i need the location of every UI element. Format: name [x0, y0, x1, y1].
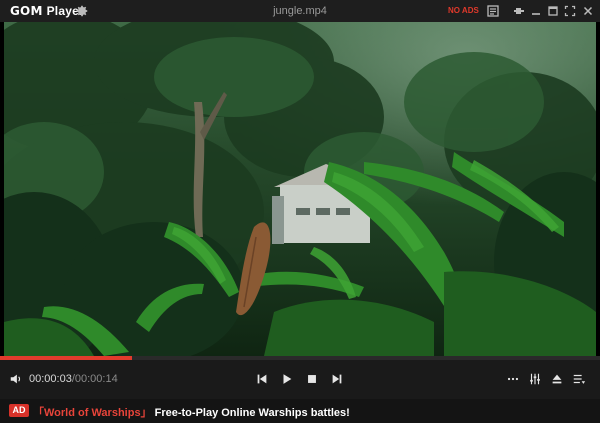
playlist-icon[interactable]: [485, 3, 501, 19]
total-time: 00:00:14: [74, 373, 118, 385]
no-ads-button[interactable]: NO ADS: [448, 6, 479, 15]
next-icon[interactable]: [330, 372, 344, 386]
ad-badge: AD: [9, 404, 29, 417]
previous-icon[interactable]: [255, 372, 269, 386]
equalizer-icon[interactable]: [528, 372, 542, 386]
gom-player-logo[interactable]: GOM Player: [10, 4, 84, 18]
gear-icon[interactable]: [75, 4, 89, 18]
time-display: 00:00:03/00:00:14: [29, 373, 118, 385]
more-icon[interactable]: [506, 372, 520, 386]
menu-list-icon[interactable]: [572, 372, 586, 386]
current-time: 00:00:03: [29, 373, 72, 385]
eject-icon[interactable]: [550, 372, 564, 386]
video-display[interactable]: [4, 22, 596, 356]
ad-banner[interactable]: AD 「World of Warships」 Free-to-Play Onli…: [0, 399, 600, 423]
maximize-icon[interactable]: [545, 3, 561, 19]
video-frame: [4, 22, 596, 356]
pin-icon[interactable]: [511, 3, 527, 19]
play-icon[interactable]: [280, 372, 294, 386]
window-title: jungle.mp4: [273, 5, 327, 17]
minimize-icon[interactable]: [528, 3, 544, 19]
stop-icon[interactable]: [305, 372, 319, 386]
ad-bracket-open: 「: [33, 407, 44, 419]
ad-game-name: World of Warships: [44, 407, 141, 419]
ad-text[interactable]: 「World of Warships」 Free-to-Play Online …: [33, 404, 350, 420]
logo-gom-text: GOM: [10, 4, 43, 18]
ad-bracket-close: 」: [140, 407, 152, 419]
control-bar: 00:00:03/00:00:14: [0, 360, 600, 399]
volume-icon[interactable]: [9, 372, 23, 386]
title-bar[interactable]: GOM Player jungle.mp4 NO ADS: [0, 0, 600, 22]
close-icon[interactable]: [580, 3, 596, 19]
ad-description: Free-to-Play Online Warships battles!: [154, 407, 350, 419]
fullscreen-icon[interactable]: [562, 3, 578, 19]
